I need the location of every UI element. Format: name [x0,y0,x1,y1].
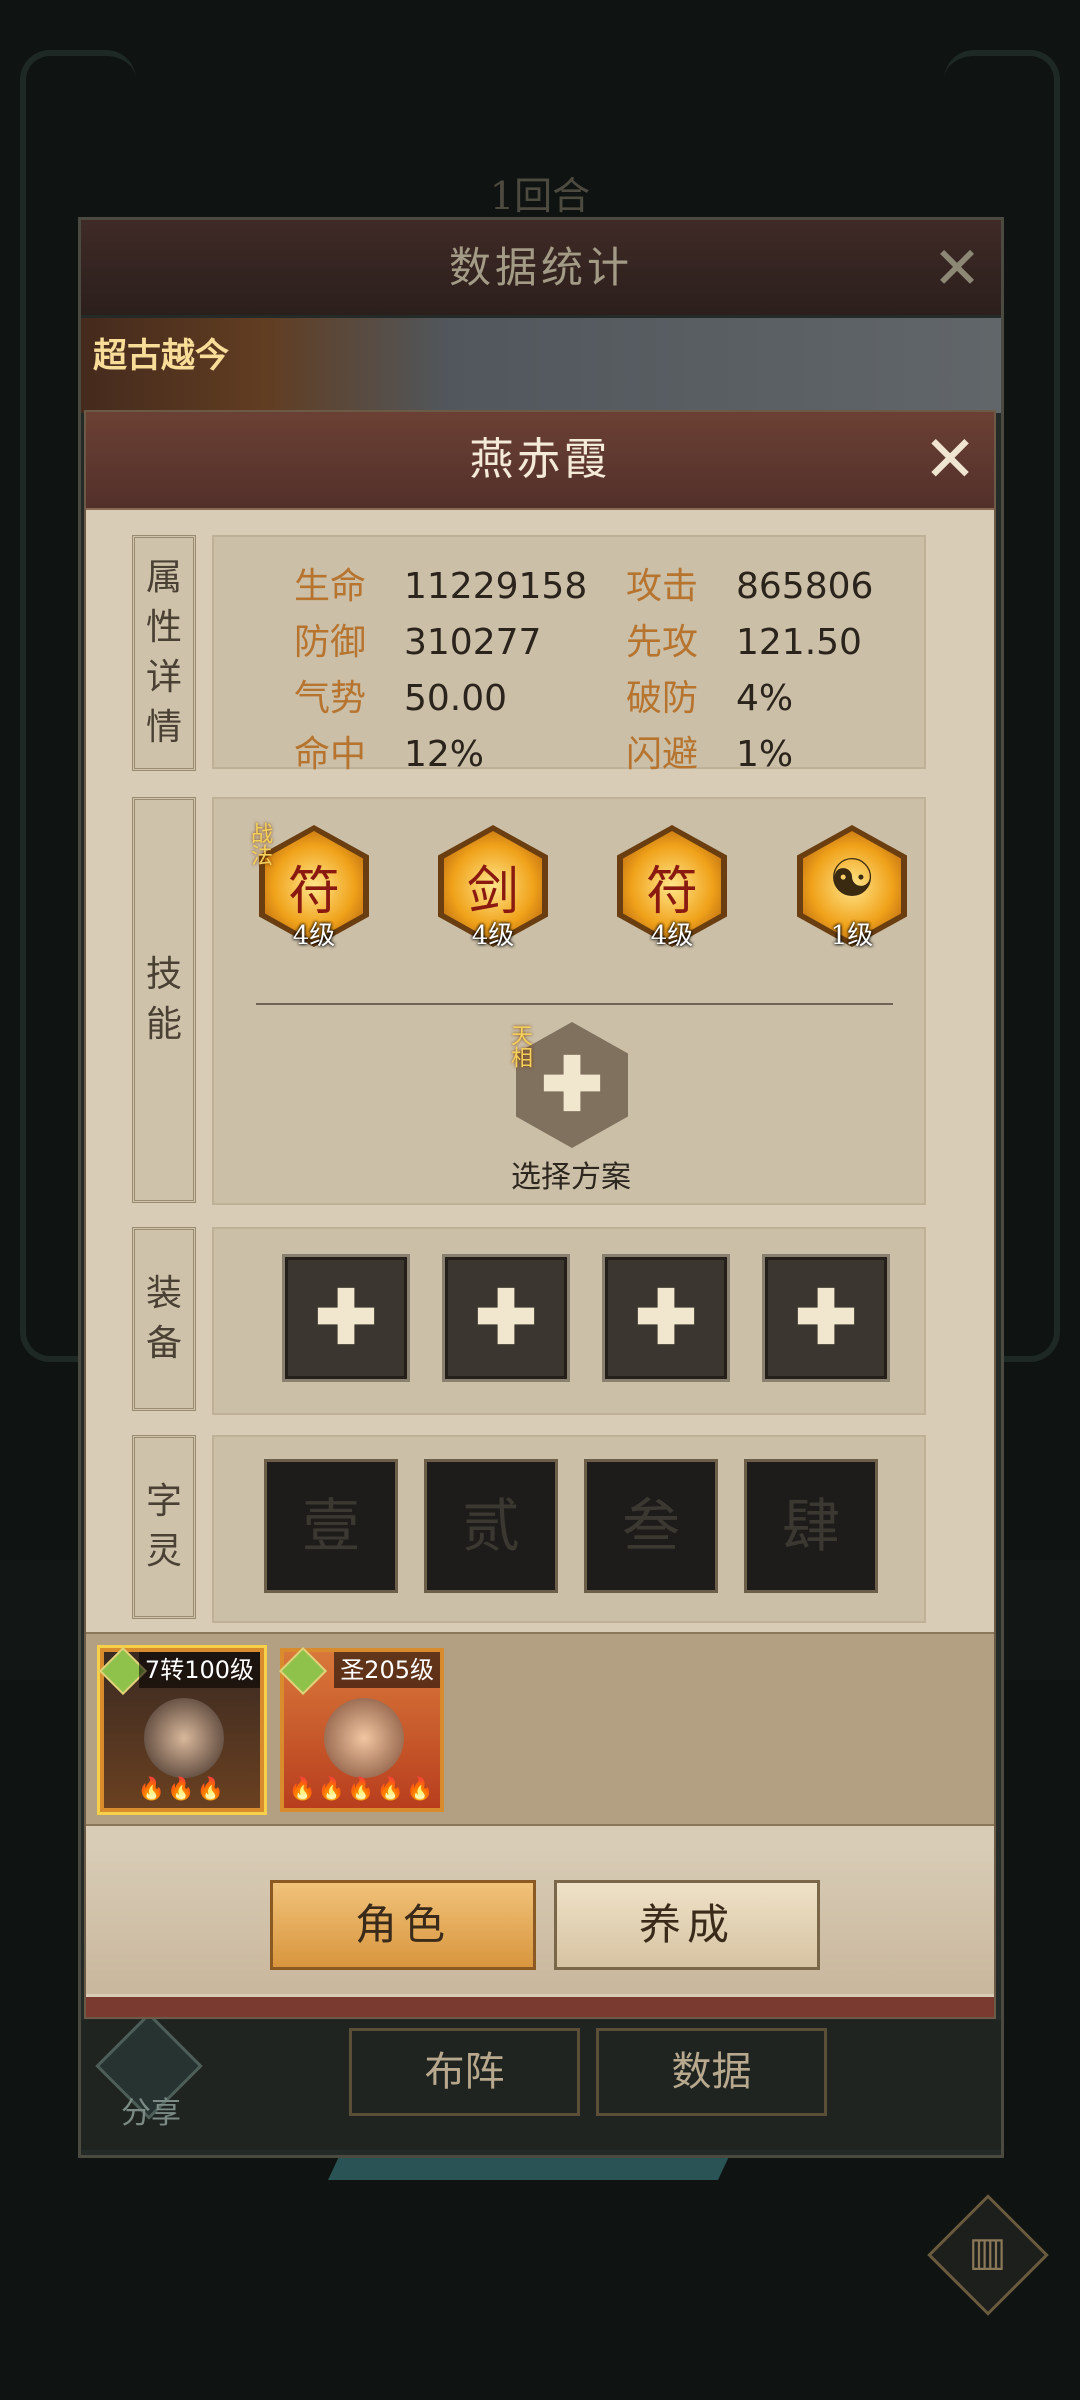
tag-char: 能 [145,1004,182,1045]
attr-value: 121.50 [736,622,862,663]
hero-card[interactable]: 圣205级 🔥🔥🔥🔥🔥 [278,1646,444,1812]
attribute-defense: 防御 310277 [294,613,541,665]
hero-level: 圣205级 [334,1652,440,1688]
skill-slot-4[interactable]: ☯ 1级 [797,825,907,951]
attr-value: 865806 [736,566,874,607]
tag-char: 备 [145,1323,182,1364]
share-label[interactable]: 分享 [111,2088,191,2132]
select-plan-label[interactable]: 选择方案 [446,1152,696,1196]
skills-section-tag: 技 能 [132,797,196,1203]
attr-label: 生命 [294,566,367,607]
yin-yang-icon: ☯ [828,849,876,909]
star-flames: 🔥🔥🔥🔥🔥 [288,1777,436,1802]
tab-data[interactable]: 数据 [596,2028,827,2116]
attr-value: 50.00 [404,678,508,719]
tab-formation[interactable]: 布阵 [349,2028,580,2116]
hero-portrait [324,1698,404,1778]
tianxiang-badge: 天相 [507,1024,532,1068]
spirit-slot-2[interactable]: 贰 [424,1459,558,1593]
attributes-section-tag: 属 性 详 情 [132,535,196,771]
attribute-armor-break: 破防 4% [626,669,793,721]
attribute-initiative: 先攻 121.50 [626,613,862,665]
dialog-bottom-decoration [86,1997,994,2017]
attr-label: 闪避 [626,734,699,775]
tag-char: 详 [145,657,182,698]
close-icon[interactable]: ✕ [927,238,987,298]
skill-badge: 战法 [247,822,272,866]
attr-label: 防御 [294,622,367,663]
character-name: 燕赤霞 [469,434,611,485]
hero-level: 7转100级 [138,1652,260,1688]
skill-level: 1级 [830,921,874,951]
action-area [86,1844,994,1994]
plus-icon: ✚ [474,1275,537,1361]
equipment-section-tag: 装 备 [132,1227,196,1411]
tag-char: 情 [145,707,182,748]
tag-char: 属 [145,557,182,598]
round-label: 1回合 [489,174,591,218]
equipment-slot-1[interactable]: ✚ [282,1254,410,1382]
attr-label: 攻击 [626,566,699,607]
attribute-dodge: 闪避 1% [626,725,793,777]
attr-label: 气势 [294,678,367,719]
role-button[interactable]: 角色 [270,1880,536,1970]
sword-icon: 剑 [466,862,519,922]
skill-slot-1[interactable]: 符 4级 [259,825,369,951]
equipment-slot-2[interactable]: ✚ [442,1254,570,1382]
banner-text: 超古越今 [93,336,229,376]
close-icon[interactable]: ✕ [918,428,982,492]
spirit-section-tag: 字 灵 [132,1435,196,1619]
equipment-slot-4[interactable]: ✚ [762,1254,890,1382]
attr-label: 破防 [626,678,699,719]
plus-icon: ✚ [634,1275,697,1361]
skill-slot-3[interactable]: 符 4级 [617,825,727,951]
tag-char: 技 [145,954,182,995]
skill-level: 4级 [650,921,694,951]
attr-label: 先攻 [626,622,699,663]
hero-card-selected[interactable]: 7转100级 🔥🔥🔥 [98,1646,264,1812]
attribute-hp: 生命 11229158 [294,557,587,609]
hero-portrait [144,1698,224,1778]
attr-value: 4% [736,678,794,719]
attribute-momentum: 气势 50.00 [294,669,507,721]
spirit-slot-3[interactable]: 叁 [584,1459,718,1593]
attr-value: 310277 [404,622,542,663]
rank-gem-icon [278,1646,328,1696]
skill-level: 4级 [471,921,515,951]
spirit-slot-4[interactable]: 肆 [744,1459,878,1593]
equipment-slot-3[interactable]: ✚ [602,1254,730,1382]
skill-slot-2[interactable]: 剑 4级 [438,825,548,951]
star-flames: 🔥🔥🔥 [137,1777,227,1802]
skill-level: 4级 [292,921,336,951]
tag-char: 灵 [145,1531,182,1572]
attr-value: 11229158 [404,566,588,607]
attribute-attack: 攻击 865806 [626,557,873,609]
bar-chart-icon: ▥ [968,2229,1007,2275]
talisman-icon: 符 [287,862,340,922]
attribute-hit: 命中 12% [294,725,484,777]
attr-label: 命中 [294,734,367,775]
hero-roster: 7转100级 🔥🔥🔥 圣205级 🔥🔥🔥🔥🔥 [86,1632,994,1826]
tag-char: 性 [145,607,182,648]
plus-icon: ✚ [314,1275,377,1361]
tag-char: 装 [145,1273,182,1314]
skills-divider [256,1003,893,1005]
attr-value: 1% [736,734,794,775]
plus-icon: ✚ [794,1275,857,1361]
attr-value: 12% [404,734,485,775]
spirit-slot-1[interactable]: 壹 [264,1459,398,1593]
tag-char: 字 [145,1481,182,1522]
talisman-pair-icon: 符 [645,862,698,922]
dialog-title: 数据统计 [448,243,633,292]
train-button[interactable]: 养成 [554,1880,820,1970]
character-detail-dialog: 燕赤霞 ✕ 属 性 详 情 生命 11229158 攻击 865806 防御 3102… [84,410,996,2019]
